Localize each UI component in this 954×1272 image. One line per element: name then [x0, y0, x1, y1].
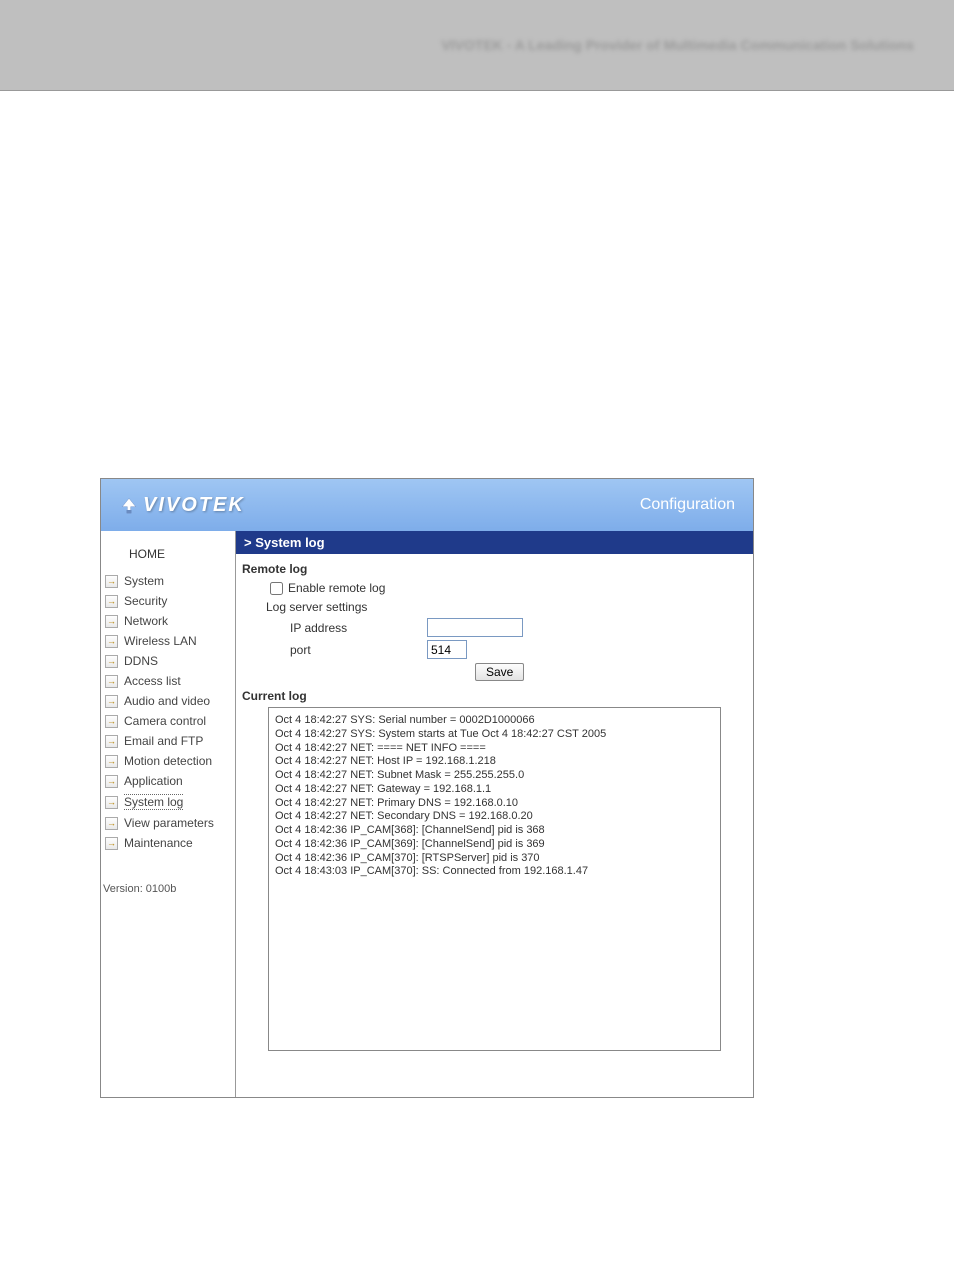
save-button[interactable]: Save: [475, 663, 524, 681]
sidebar-item-audio-and-video[interactable]: → Audio and video: [101, 691, 235, 711]
log-line: Oct 4 18:42:27 NET: Primary DNS = 192.16…: [275, 797, 714, 811]
sidebar-item-system-log[interactable]: → System log: [101, 791, 235, 813]
document-top-banner-text: VIVOTEK - A Leading Provider of Multimed…: [441, 37, 914, 53]
arrow-right-icon: →: [105, 615, 118, 628]
sidebar-item-system[interactable]: → System: [101, 571, 235, 591]
content-inner: Remote log Enable remote log Log server …: [236, 554, 753, 1063]
sidebar-home-link[interactable]: HOME: [101, 541, 235, 571]
current-log-heading: Current log: [242, 689, 747, 703]
arrow-right-icon: →: [105, 675, 118, 688]
arrow-right-icon: →: [105, 775, 118, 788]
current-log-box[interactable]: Oct 4 18:42:27 SYS: Serial number = 0002…: [268, 707, 721, 1051]
arrow-right-icon: →: [105, 695, 118, 708]
sidebar-item-label: Security: [124, 594, 167, 608]
app-body: HOME → System → Security → Network → Wireless L…: [101, 531, 753, 1097]
app-window: VIVOTEK Configuration HOME → System → Secur…: [100, 478, 754, 1098]
log-line: Oct 4 18:42:27 NET: Subnet Mask = 255.25…: [275, 769, 714, 783]
sidebar-item-label: Audio and video: [124, 694, 210, 708]
sidebar-item-label: Maintenance: [124, 836, 193, 850]
sidebar-item-label: Network: [124, 614, 168, 628]
content-area: > System log Remote log Enable remote lo…: [236, 531, 753, 1097]
sidebar-item-maintenance[interactable]: → Maintenance: [101, 833, 235, 853]
arrow-right-icon: →: [105, 837, 118, 850]
arrow-right-icon: →: [105, 715, 118, 728]
log-line: Oct 4 18:42:36 IP_CAM[368]: [ChannelSend…: [275, 824, 714, 838]
remote-log-heading: Remote log: [242, 562, 747, 576]
sidebar-item-label: System: [124, 574, 164, 588]
arrow-right-icon: →: [105, 796, 118, 809]
version-label: Version: 0100b: [101, 853, 235, 905]
save-button-label: Save: [486, 665, 513, 679]
sidebar-item-motion-detection[interactable]: → Motion detection: [101, 751, 235, 771]
sidebar-nav-list: → System → Security → Network → Wireless LAN → DD…: [101, 571, 235, 853]
app-header: VIVOTEK Configuration: [101, 479, 753, 531]
sidebar-item-email-and-ftp[interactable]: → Email and FTP: [101, 731, 235, 751]
sidebar-item-label: DDNS: [124, 654, 158, 668]
ip-address-input[interactable]: [427, 618, 523, 637]
enable-remote-log-checkbox[interactable]: [270, 582, 283, 595]
log-line: Oct 4 18:42:27 SYS: Serial number = 0002…: [275, 714, 714, 728]
header-right-label: Configuration: [640, 496, 735, 514]
sidebar-item-label: Wireless LAN: [124, 634, 197, 648]
sidebar-item-ddns[interactable]: → DDNS: [101, 651, 235, 671]
log-line: Oct 4 18:42:27 NET: ==== NET INFO ====: [275, 742, 714, 756]
sidebar-home-label: HOME: [129, 547, 165, 561]
log-line: Oct 4 18:42:27 NET: Secondary DNS = 192.…: [275, 810, 714, 824]
sidebar-item-label: Access list: [124, 674, 181, 688]
save-button-row: Save: [242, 663, 747, 681]
arrow-right-icon: →: [105, 595, 118, 608]
port-row: port: [242, 640, 747, 659]
log-server-settings-label: Log server settings: [242, 600, 747, 614]
sidebar-item-view-parameters[interactable]: → View parameters: [101, 813, 235, 833]
brand-text: VIVOTEK: [143, 494, 245, 517]
sidebar-item-label: Camera control: [124, 714, 206, 728]
sidebar-item-wireless-lan[interactable]: → Wireless LAN: [101, 631, 235, 651]
log-line: Oct 4 18:42:36 IP_CAM[369]: [ChannelSend…: [275, 838, 714, 852]
log-line: Oct 4 18:42:27 NET: Gateway = 192.168.1.…: [275, 783, 714, 797]
sidebar-item-network[interactable]: → Network: [101, 611, 235, 631]
sidebar-item-label: Application: [124, 774, 183, 788]
arrow-right-icon: →: [105, 575, 118, 588]
ip-address-row: IP address: [242, 618, 747, 637]
port-input[interactable]: [427, 640, 467, 659]
log-line: Oct 4 18:43:03 IP_CAM[370]: SS: Connecte…: [275, 865, 714, 879]
port-label: port: [242, 643, 427, 657]
horizontal-rule: [0, 90, 954, 91]
sidebar-item-access-list[interactable]: → Access list: [101, 671, 235, 691]
arrow-right-icon: →: [105, 817, 118, 830]
log-line: Oct 4 18:42:27 SYS: System starts at Tue…: [275, 728, 714, 742]
brand-mark-icon: [119, 493, 139, 517]
arrow-right-icon: →: [105, 655, 118, 668]
sidebar-item-application[interactable]: → Application: [101, 771, 235, 791]
log-line: Oct 4 18:42:27 NET: Host IP = 192.168.1.…: [275, 755, 714, 769]
ip-address-label: IP address: [242, 621, 427, 635]
page-title: > System log: [236, 531, 753, 554]
sidebar-item-security[interactable]: → Security: [101, 591, 235, 611]
sidebar: HOME → System → Security → Network → Wireless L…: [101, 531, 236, 1097]
sidebar-item-label: System log: [124, 794, 183, 810]
enable-remote-log-row: Enable remote log: [242, 581, 747, 595]
arrow-right-icon: →: [105, 755, 118, 768]
arrow-right-icon: →: [105, 635, 118, 648]
sidebar-item-camera-control[interactable]: → Camera control: [101, 711, 235, 731]
enable-remote-log-label[interactable]: Enable remote log: [288, 581, 385, 595]
brand-logo: VIVOTEK: [119, 493, 245, 517]
sidebar-item-label: View parameters: [124, 816, 214, 830]
document-top-banner: VIVOTEK - A Leading Provider of Multimed…: [0, 0, 954, 90]
sidebar-item-label: Motion detection: [124, 754, 212, 768]
log-line: Oct 4 18:42:36 IP_CAM[370]: [RTSPServer]…: [275, 852, 714, 866]
sidebar-item-label: Email and FTP: [124, 734, 203, 748]
arrow-right-icon: →: [105, 735, 118, 748]
